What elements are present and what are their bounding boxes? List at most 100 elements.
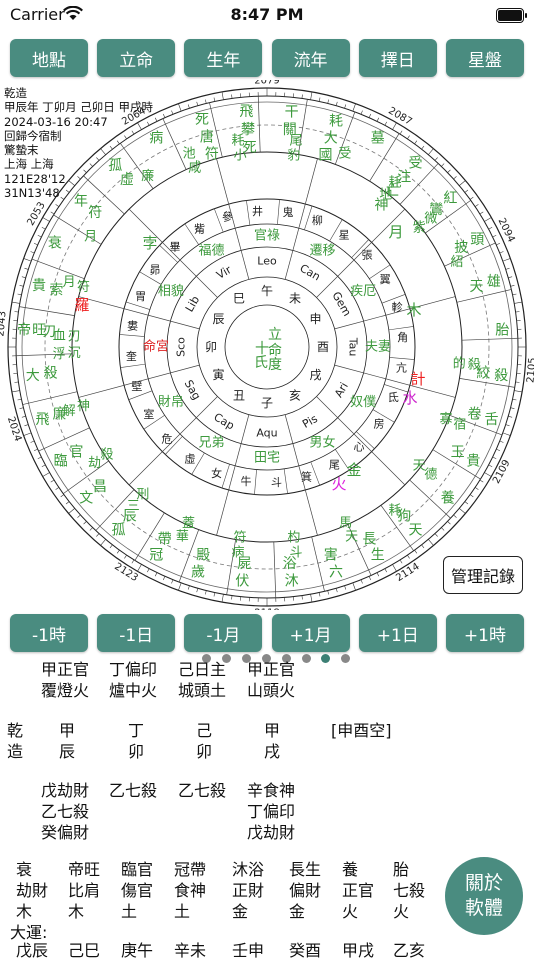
degree-tick [470, 197, 473, 199]
outer-spoke [23, 392, 78, 405]
birth-year-button[interactable]: 生年 [184, 39, 262, 77]
degree-tick [222, 92, 223, 100]
inner-star-label: 神 [77, 399, 90, 414]
inner-star-label: 符 [234, 530, 247, 546]
outer-star-label: 殺 [494, 368, 508, 384]
page-dot[interactable] [302, 654, 311, 663]
degree-tick [480, 212, 483, 214]
outer-spoke [19, 307, 74, 316]
degree-tick [124, 555, 126, 558]
degree-tick [400, 560, 402, 563]
earthly-branch-label: 巳 [233, 292, 245, 306]
degree-tick [353, 104, 356, 112]
hidden-stem: 癸偏財 [41, 822, 89, 843]
plus-hour-button[interactable]: +1時 [446, 614, 524, 652]
star-chart-button[interactable]: 星盤 [446, 39, 524, 77]
degree-tick [24, 268, 28, 269]
degree-tick [232, 596, 233, 600]
inner-star-label: 咸 [188, 161, 201, 176]
location-button[interactable]: 地點 [10, 39, 88, 77]
outer-star-label: 索 [49, 282, 63, 299]
page-dot[interactable] [341, 654, 350, 663]
zodiac-sign-label: Vir [214, 263, 234, 282]
degree-tick [393, 564, 397, 571]
inner-star-label: 天 [413, 458, 426, 473]
mansion-spoke [120, 334, 145, 336]
outer-star-label: 冠 [149, 547, 163, 563]
outer-star-label: 孤 [111, 522, 125, 538]
branch: 辰 [59, 741, 75, 762]
degree-tick [496, 449, 500, 451]
lunar-mansion-label: 昴 [150, 263, 161, 276]
inner-star-label: 豹 [287, 148, 300, 163]
inner-star-label: 耗 [232, 134, 245, 149]
inner-star-label: 浮 [53, 347, 66, 362]
mansion-spoke [120, 364, 145, 367]
pillar-hidden: 甲正官 [247, 659, 295, 680]
page-dot-active[interactable] [321, 654, 330, 663]
palace-label: 官祿 [254, 228, 280, 244]
inner-star-label: 月 [84, 229, 97, 244]
degree-tick [511, 408, 515, 409]
planet-marker: 孛 [142, 234, 157, 252]
degree-tick [232, 94, 233, 98]
degree-tick [428, 149, 433, 155]
degree-tick [385, 122, 387, 126]
manage-records-button[interactable]: 管理記錄 [443, 556, 523, 594]
lunar-mansion-label: 張 [362, 248, 373, 261]
year-tick-label: 2043 [0, 311, 9, 337]
annual-button[interactable]: 流年 [272, 39, 350, 77]
plus-month-button[interactable]: +1月 [272, 614, 350, 652]
inner-star-label: 尾 [289, 134, 302, 149]
stage: 養 [342, 859, 358, 880]
lunar-mansion-label: 角 [397, 331, 408, 344]
degree-tick [393, 123, 397, 130]
lunar-mansion-label: 胃 [135, 290, 146, 303]
degree-tick [38, 457, 42, 459]
lunar-mansion-label: 室 [143, 407, 154, 421]
inner-star-label: 紹 [451, 255, 464, 270]
degree-tick [328, 591, 329, 595]
about-app-button[interactable]: 關於軟體 [445, 857, 523, 935]
info-line: 121E28'12 [4, 172, 153, 186]
degree-tick [188, 104, 189, 108]
date-selection-button[interactable]: 擇日 [359, 39, 437, 77]
minus-day-button[interactable]: -1日 [97, 614, 175, 652]
outer-star-label: 雄 [487, 274, 501, 290]
info-line: 31N13'48 [4, 186, 153, 200]
degree-tick [163, 114, 165, 118]
inner-star-label: 池 [183, 147, 196, 162]
outer-star-label: 紅 [443, 190, 457, 206]
lunar-mansion-label: 心 [354, 441, 365, 454]
lunar-mansion-label: 危 [161, 433, 172, 446]
degree-tick [441, 164, 444, 167]
status-bar: Carrier 8:47 PM [0, 0, 534, 32]
degree-tick [171, 111, 172, 115]
degree-tick [101, 539, 106, 545]
minus-month-button[interactable]: -1月 [184, 614, 262, 652]
center-label: 立 [268, 327, 282, 343]
inner-star-label: 紫 [413, 221, 426, 236]
inner-star-label: 宿 [453, 416, 466, 432]
pillar-hidden: 甲正官 [41, 659, 89, 680]
outer-star-label: 大 [324, 131, 338, 147]
degree-tick [484, 218, 491, 222]
lunar-mansion-label: 牛 [241, 474, 252, 488]
hidden-stem: 丁偏印 [247, 801, 295, 822]
lunar-mansion-label: 箕 [301, 470, 312, 484]
chart-info: 乾造 甲辰年 丁卯月 己卯日 甲戌時 2024-03-16 20:47 回歸今宿… [4, 86, 153, 200]
outer-star-label: 殺 [44, 366, 58, 382]
outer-star-label: 伏 [235, 574, 249, 590]
ascendant-button[interactable]: 立命 [97, 39, 175, 77]
degree-tick [302, 94, 303, 98]
minus-hour-button[interactable]: -1時 [10, 614, 88, 652]
degree-tick [51, 480, 54, 482]
outer-star-label: 舌 [484, 412, 498, 428]
outer-star-label: 披 [454, 240, 468, 256]
center-label: 氏 [254, 355, 268, 371]
degree-tick [353, 583, 356, 591]
degree-tick [42, 227, 46, 229]
inner-star-label: 微 [424, 211, 437, 226]
plus-day-button[interactable]: +1日 [359, 614, 437, 652]
degree-tick [465, 190, 468, 192]
